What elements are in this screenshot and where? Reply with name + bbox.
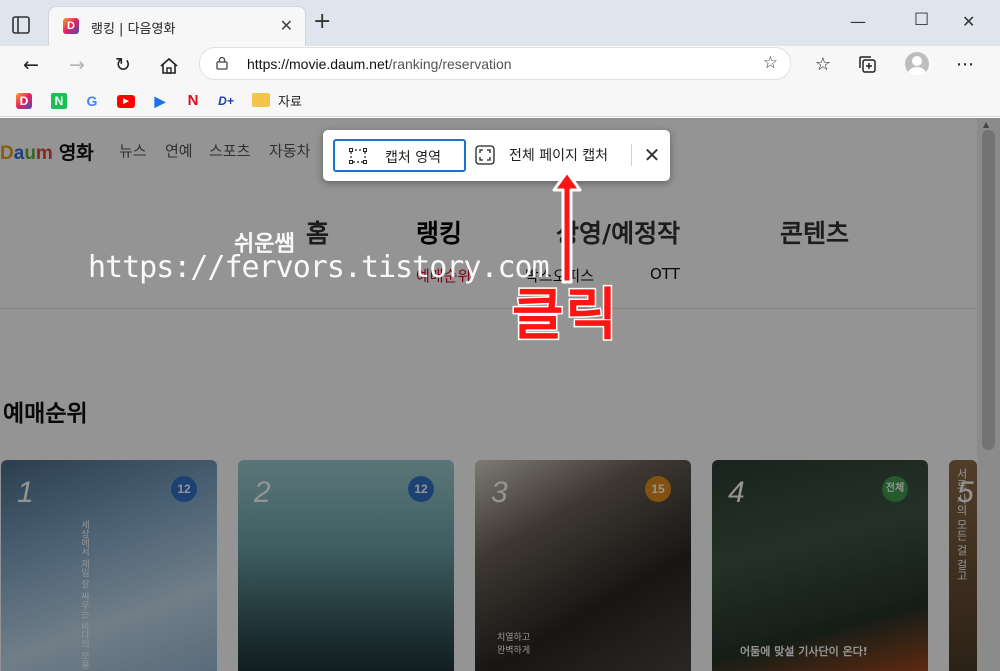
close-capture-icon[interactable]: ✕ (640, 142, 664, 168)
capture-full-page-button[interactable]: 전체 페이지 캡처 (471, 139, 626, 172)
tab-bar: D 랭킹 | 다음영화 ✕ + — ☐ ✕ (0, 0, 1000, 46)
maximize-icon[interactable]: ☐ (914, 10, 929, 30)
address-bar-row: ← → ↻ https://movie.daum.net/ranking/res… (0, 46, 1000, 84)
url-field[interactable]: https://movie.daum.net/ranking/reservati… (199, 47, 791, 80)
bookmark-folder-label[interactable]: 자료 (278, 91, 302, 110)
watermark-url: https://fervors.tistory.com (88, 250, 550, 285)
forward-icon[interactable]: → (64, 52, 90, 78)
favorites-icon[interactable]: ☆ (810, 52, 836, 78)
lock-icon[interactable] (216, 56, 228, 70)
netflix-bookmark-icon[interactable]: N (185, 93, 201, 109)
daum-bookmark-icon[interactable]: D (16, 93, 32, 109)
bookmarks-bar: D N G ▶ ▶ N D+ 자료 (0, 84, 1000, 117)
capture-area-button[interactable]: 캡처 영역 (333, 139, 466, 172)
tab-title: 랭킹 | 다음영화 (91, 22, 176, 37)
more-menu-icon[interactable]: ⋯ (952, 52, 978, 78)
capture-full-page-label: 전체 페이지 캡처 (509, 148, 609, 164)
home-icon[interactable] (158, 55, 180, 77)
disney-bookmark-icon[interactable]: D+ (218, 93, 234, 109)
tab-close-icon[interactable]: ✕ (280, 16, 293, 35)
capture-full-page-icon (475, 145, 495, 165)
window-close-icon[interactable]: ✕ (962, 12, 975, 31)
minimize-icon[interactable]: — (850, 12, 866, 31)
workspaces-icon[interactable] (10, 14, 32, 36)
browser-tab[interactable]: D 랭킹 | 다음영화 ✕ (48, 6, 306, 46)
web-capture-toolbar: 캡처 영역 전체 페이지 캡처 ✕ (323, 130, 670, 181)
folder-icon[interactable] (252, 93, 270, 107)
add-favorite-icon[interactable]: ☆ (763, 53, 778, 73)
new-tab-icon[interactable]: + (313, 11, 331, 33)
capture-dim-overlay (0, 118, 1000, 671)
click-annotation: 클릭 (510, 282, 620, 350)
capture-area-label: 캡처 영역 (385, 150, 441, 166)
daum-favicon-icon: D (63, 18, 79, 34)
url-text: https://movie.daum.net/ranking/reservati… (247, 56, 512, 72)
refresh-icon[interactable]: ↻ (110, 52, 136, 78)
naver-bookmark-icon[interactable]: N (51, 93, 67, 109)
collections-icon[interactable] (857, 54, 879, 76)
google-bookmark-icon[interactable]: G (84, 93, 100, 109)
toolbar-separator (631, 144, 632, 166)
back-icon[interactable]: ← (18, 52, 44, 78)
red-arrow-icon (552, 170, 582, 284)
play-bookmark-icon[interactable]: ▶ (152, 93, 168, 109)
profile-avatar[interactable] (905, 52, 929, 76)
youtube-bookmark-icon[interactable]: ▶ (117, 95, 135, 108)
capture-area-icon (349, 148, 367, 164)
